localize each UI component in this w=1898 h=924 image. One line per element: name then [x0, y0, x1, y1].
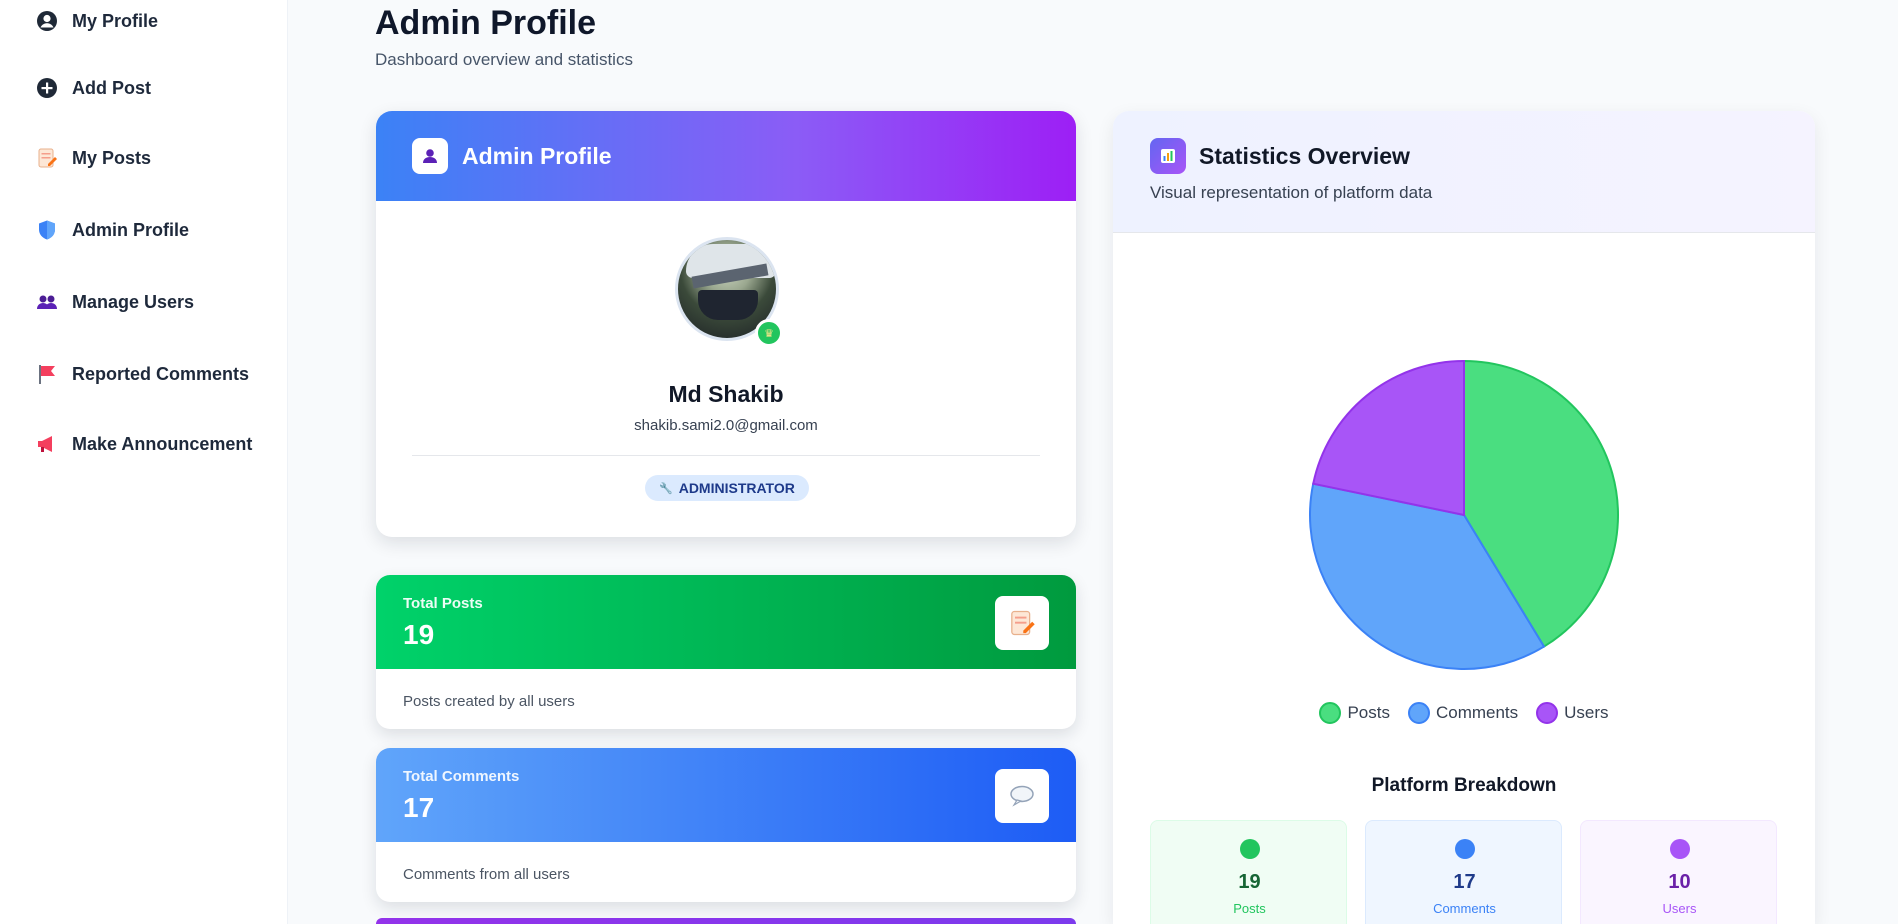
- sidebar-item-my-posts[interactable]: My Posts: [36, 147, 151, 169]
- memo-icon: [995, 596, 1049, 650]
- stat-note: Posts created by all users: [403, 693, 575, 710]
- next-card-edge: [376, 918, 1076, 924]
- breakdown-card-comments: 17 Comments: [1365, 820, 1562, 924]
- statistics-overview-panel: Statistics Overview Visual representatio…: [1113, 111, 1815, 924]
- page-title: Admin Profile: [375, 4, 597, 42]
- statistics-subtitle: Visual representation of platform data: [1150, 183, 1433, 202]
- user-icon: [412, 138, 448, 174]
- sidebar-item-reported-comments[interactable]: Reported Comments: [36, 363, 249, 385]
- legend-label: Users: [1564, 703, 1609, 722]
- total-comments-card: Total Comments 17 Comments from all user…: [376, 748, 1076, 902]
- users-icon: [36, 291, 58, 313]
- legend-item-users[interactable]: Users: [1536, 702, 1609, 724]
- breakdown-label: Users: [1662, 901, 1697, 916]
- sidebar-item-label: Admin Profile: [72, 219, 190, 240]
- pie-chart: [1309, 359, 1619, 670]
- status-dot: [1670, 839, 1690, 859]
- page-subtitle: Dashboard overview and statistics: [375, 50, 633, 69]
- profile-card-header: Admin Profile: [376, 111, 1076, 201]
- total-posts-header: Total Posts 19: [376, 575, 1076, 669]
- chart-legend: Posts Comments Users: [1113, 702, 1815, 724]
- sidebar-item-label: Make Announcement: [72, 433, 253, 454]
- breakdown-value: 17: [1453, 871, 1476, 893]
- breakdown-label: Posts: [1233, 901, 1266, 916]
- role-badge-label: ADMINISTRATOR: [678, 480, 795, 496]
- sidebar-item-label: My Posts: [72, 147, 152, 168]
- total-comments-header: Total Comments 17: [376, 748, 1076, 842]
- stat-note: Comments from all users: [403, 866, 570, 883]
- breakdown-card-users: 10 Users: [1580, 820, 1777, 924]
- legend-label: Posts: [1347, 703, 1390, 722]
- sidebar-item-label: Add Post: [72, 77, 151, 98]
- statistics-header: Statistics Overview Visual representatio…: [1113, 111, 1815, 233]
- stat-value: 19: [403, 619, 435, 650]
- sidebar-item-make-announcement[interactable]: Make Announcement: [36, 433, 252, 455]
- sidebar-item-label: My Profile: [72, 10, 159, 31]
- role-badge: 🔧 ADMINISTRATOR: [645, 475, 809, 501]
- sidebar: My Profile Add Post My Posts Admin Profi…: [0, 0, 288, 924]
- sidebar-item-manage-users[interactable]: Manage Users: [36, 291, 194, 313]
- legend-swatch: [1536, 702, 1559, 724]
- speech-bubble-icon: [995, 769, 1049, 823]
- stat-label: Total Comments: [403, 768, 520, 785]
- sidebar-item-my-profile[interactable]: My Profile: [36, 10, 158, 32]
- breakdown-label: Comments: [1433, 901, 1496, 916]
- flag-icon: [36, 363, 58, 385]
- breakdown-card-posts: 19 Posts: [1150, 820, 1347, 924]
- status-dot: [1240, 839, 1260, 859]
- legend-swatch: [1407, 702, 1430, 724]
- total-posts-card: Total Posts 19 Posts created by all user…: [376, 575, 1076, 729]
- breakdown-title: Platform Breakdown: [1371, 775, 1557, 796]
- megaphone-icon: [36, 433, 58, 455]
- admin-name: Md Shakib: [668, 381, 784, 407]
- breakdown-value: 19: [1238, 871, 1261, 893]
- plus-circle-icon: [36, 77, 58, 99]
- status-dot: [1455, 839, 1475, 859]
- legend-swatch: [1319, 702, 1342, 724]
- statistics-title: Statistics Overview: [1199, 143, 1410, 169]
- legend-item-posts[interactable]: Posts: [1319, 702, 1390, 724]
- sidebar-item-label: Manage Users: [72, 291, 195, 312]
- legend-label: Comments: [1435, 703, 1519, 722]
- profile-card-title: Admin Profile: [462, 142, 612, 169]
- stat-label: Total Posts: [403, 595, 483, 612]
- shield-icon: [36, 219, 58, 241]
- sidebar-item-admin-profile[interactable]: Admin Profile: [36, 219, 189, 241]
- admin-profile-card: Admin Profile ♛ Md Shakib shakib.sami2.0…: [376, 111, 1076, 537]
- avatar: ♛: [675, 237, 783, 347]
- sidebar-item-add-post[interactable]: Add Post: [36, 77, 151, 99]
- sidebar-item-label: Reported Comments: [72, 363, 250, 384]
- legend-item-comments[interactable]: Comments: [1407, 702, 1519, 724]
- user-circle-icon: [36, 10, 58, 32]
- breakdown-value: 10: [1668, 871, 1691, 893]
- stat-value: 17: [403, 792, 435, 823]
- divider: [412, 455, 1040, 456]
- wrench-icon: 🔧: [659, 482, 673, 495]
- crown-icon: ♛: [755, 319, 783, 347]
- admin-email: shakib.sami2.0@gmail.com: [634, 417, 818, 434]
- memo-icon: [36, 147, 58, 169]
- bar-chart-icon: [1150, 138, 1186, 174]
